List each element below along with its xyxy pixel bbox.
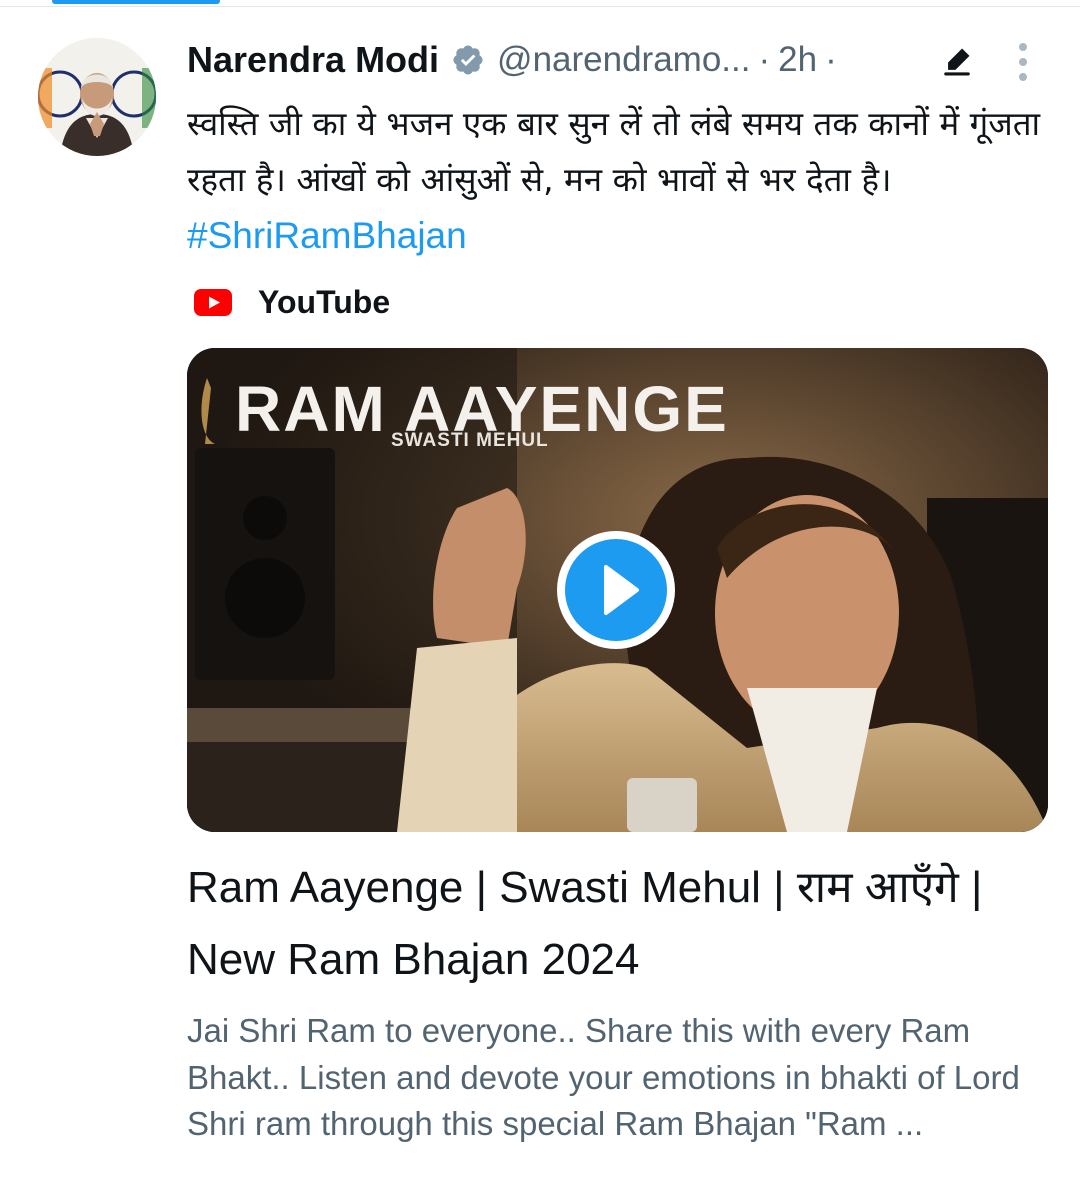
source-label: YouTube	[258, 283, 391, 320]
play-icon	[565, 539, 667, 641]
tweet-text: स्वस्ति जी का ये भजन एक बार सुन लें तो ल…	[187, 96, 1057, 265]
edited-pencil-icon[interactable]	[940, 44, 974, 78]
separator-dot: ·	[758, 40, 771, 79]
card-title[interactable]: Ram Aayenge | Swasti Mehul | राम आएँगे |…	[187, 852, 1047, 996]
tweet-body: स्वस्ति जी का ये भजन एक बार सुन लें तो ल…	[187, 104, 1041, 199]
top-divider	[0, 6, 1080, 7]
author-handle[interactable]: @narendramo...	[497, 40, 750, 80]
avatar-portrait-icon	[38, 38, 156, 156]
thumbnail-subtitle: SWASTI MEHUL	[391, 430, 549, 451]
verified-badge-icon[interactable]	[451, 43, 485, 77]
separator-dot: ·	[825, 40, 837, 79]
video-thumbnail[interactable]: RAM AAYENGE SWASTI MEHUL	[187, 348, 1048, 832]
play-button[interactable]	[557, 531, 675, 649]
timestamp[interactable]: 2h	[778, 40, 817, 80]
link-source[interactable]: YouTube	[194, 282, 390, 322]
youtube-icon	[194, 288, 232, 316]
hashtag-link[interactable]: #ShriRamBhajan	[187, 215, 467, 256]
card-description: Jai Shri Ram to everyone.. Share this wi…	[187, 1012, 1020, 1142]
avatar[interactable]	[38, 38, 156, 156]
author-name[interactable]: Narendra Modi	[187, 39, 439, 81]
more-options-icon[interactable]	[1010, 40, 1036, 84]
top-tab-indicator	[52, 0, 220, 4]
tweet-header: Narendra Modi @narendramo... · 2h ·	[187, 36, 845, 84]
